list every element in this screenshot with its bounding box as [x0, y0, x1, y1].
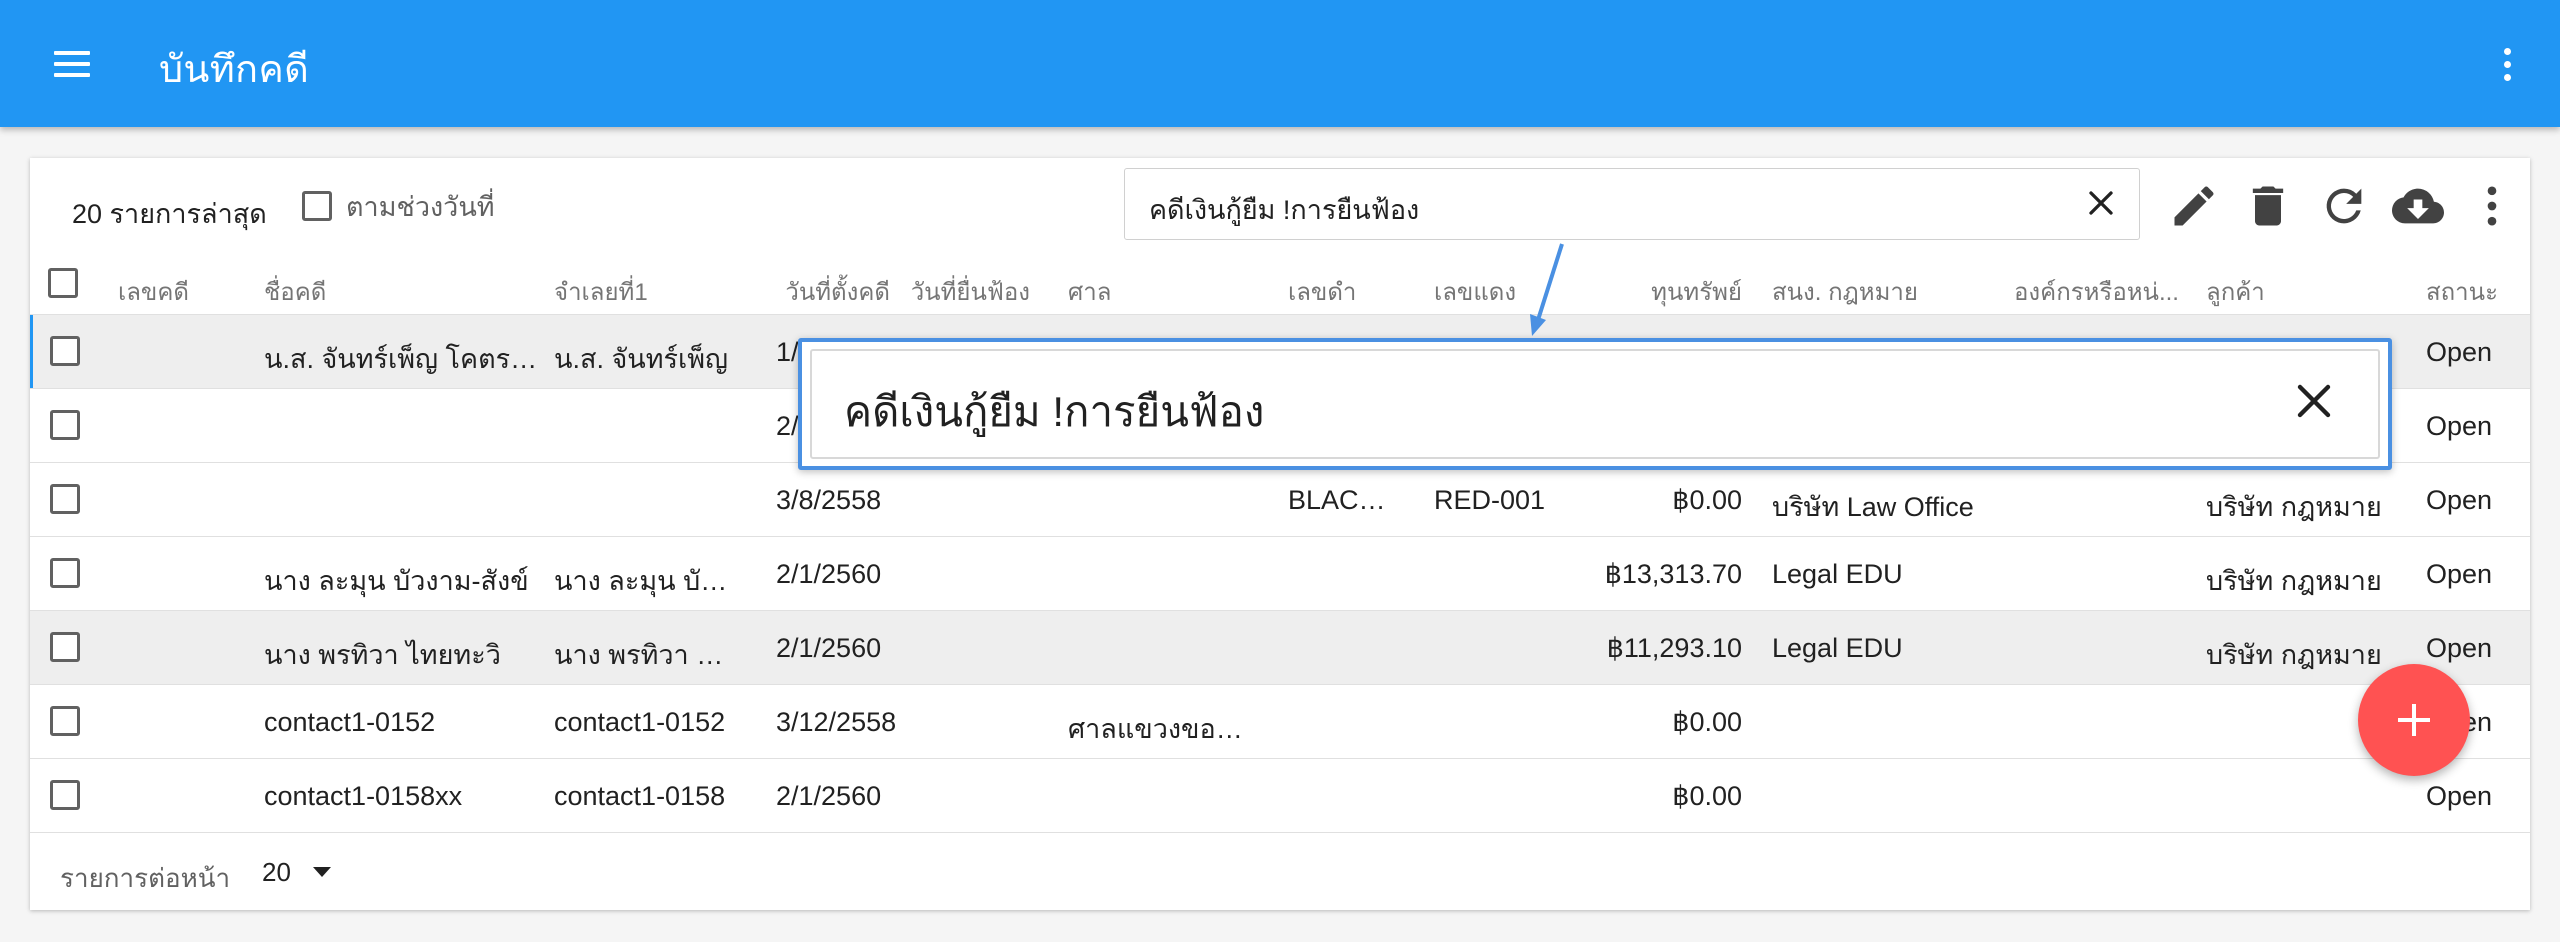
header-organization[interactable]: องค์กรหรือหน่... [2014, 272, 2184, 311]
cell-filed-date: 2/1/2560 [776, 559, 882, 589]
callout-search-text: คดีเงินกู้ยืม !การยืนฟ้อง [844, 388, 1265, 435]
table-row[interactable]: นาง ละมุน บัวงาม-สังข์ นาง ละมุน บัวงาม … [30, 537, 2530, 611]
cell-client: บริษัท กฎหมาย [2206, 492, 2382, 522]
search-input-value[interactable]: คดีเงินกู้ยืม !การยืนฟ้อง [1149, 188, 1419, 231]
cell-case-name: น.ส. จันทร์เพ็ญ โคตรสุวรรณ [264, 344, 544, 374]
row-checkbox[interactable] [50, 336, 80, 366]
header-black-no[interactable]: เลขดำ [1288, 272, 1408, 311]
rows-per-page-label: รายการต่อหน้า [60, 863, 231, 893]
row-checkbox[interactable] [50, 780, 80, 810]
table-row[interactable]: contact1-0158xx contact1-0158 2/1/2560 ฿… [30, 759, 2530, 833]
header-case-no[interactable]: เลขคดี [118, 272, 248, 311]
header-status[interactable]: สถานะ [2426, 272, 2506, 311]
header-defendant1[interactable]: จำเลยที่1 [554, 272, 754, 311]
table-footer: รายการต่อหน้า 20 [30, 834, 2530, 910]
table-header: เลขคดี ชื่อคดี จำเลยที่1 วันที่ตั้งคดี ว… [30, 258, 2530, 315]
cell-case-name: contact1-0158xx [264, 781, 463, 811]
cell-capital: ฿13,313.70 [1604, 559, 1742, 589]
cell-status: Open [2426, 411, 2493, 441]
date-range-checkbox[interactable]: ตามช่วงวันที่ [302, 188, 495, 224]
row-checkbox[interactable] [50, 484, 80, 514]
row-checkbox[interactable] [50, 558, 80, 588]
rows-per-page-value[interactable]: 20 [262, 857, 291, 888]
cell-capital: ฿0.00 [1672, 781, 1742, 811]
more-vert-icon[interactable] [2466, 180, 2518, 232]
callout-search-input: คดีเงินกู้ยืม !การยืนฟ้อง [810, 349, 2380, 459]
select-all-checkbox[interactable] [48, 268, 78, 298]
cell-filed-date: 3/12/2558 [776, 707, 897, 737]
page-title: บันทึกคดี [159, 49, 310, 91]
header-submit-date[interactable]: วันที่ยื่นฟ้อง [900, 272, 1030, 311]
cell-law-office: Legal EDU [1772, 633, 1903, 663]
cell-defendant1: น.ส. จันทร์เพ็ญ [554, 344, 729, 374]
table-toolbar: 20 รายการล่าสุด ตามช่วงวันที่ คดีเงินกู้… [30, 158, 2530, 258]
row-checkbox[interactable] [50, 410, 80, 440]
more-vert-icon[interactable] [2492, 44, 2522, 84]
cell-law-office: บริษัท Law Office [1772, 492, 1974, 522]
cell-case-name: contact1-0152 [264, 707, 436, 737]
table-row[interactable]: นาง พรทิวา ไทยทะวิ นาง พรทิวา ไทย 2/1/25… [30, 611, 2530, 685]
cell-case-name: นาง ละมุน บัวงาม-สังข์ [264, 566, 529, 596]
header-law-office[interactable]: สนง. กฎหมาย [1772, 272, 1972, 311]
menu-icon[interactable] [44, 44, 100, 90]
date-range-label: ตามช่วงวันที่ [346, 191, 495, 222]
close-icon [2290, 377, 2338, 425]
cell-defendant1: นาง พรทิวา ไทย [554, 640, 730, 670]
cell-capital: ฿0.00 [1672, 485, 1742, 515]
cases-card: 20 รายการล่าสุด ตามช่วงวันที่ คดีเงินกู้… [30, 158, 2530, 910]
add-icon [2398, 704, 2430, 736]
header-client[interactable]: ลูกค้า [2206, 272, 2356, 311]
cell-filed-date: 2/1/2560 [776, 781, 882, 811]
edit-icon[interactable] [2168, 180, 2220, 232]
search-zoom-callout: คดีเงินกู้ยืม !การยืนฟ้อง [798, 338, 2392, 470]
cell-defendant1: contact1-0152 [554, 707, 726, 737]
date-range-checkbox-box[interactable] [302, 191, 332, 221]
cell-defendant1: contact1-0158 [554, 781, 726, 811]
cell-case-name: นาง พรทิวา ไทยทะวิ [264, 640, 501, 670]
header-court[interactable]: ศาล [1068, 272, 1218, 311]
row-checkbox[interactable] [50, 632, 80, 662]
app-bar: บันทึกคดี [0, 0, 2560, 127]
table-row[interactable]: contact1-0152 contact1-0152 3/12/2558 ศา… [30, 685, 2530, 759]
cell-court: ศาลแขวงขอนแก่น [1068, 714, 1258, 744]
cell-status: Open [2426, 781, 2493, 811]
cell-filed-date: 2/1/2560 [776, 633, 882, 663]
cell-status: Open [2426, 485, 2493, 515]
header-filed-date[interactable]: วันที่ตั้งคดี [770, 272, 890, 311]
refresh-icon[interactable] [2318, 180, 2370, 232]
cell-black-no: BLACK-001 [1288, 485, 1402, 515]
recent-count-label: 20 รายการล่าสุด [72, 199, 267, 229]
table-row[interactable]: 3/8/2558 BLACK-001 RED-001 ฿0.00 บริษัท … [30, 463, 2530, 537]
cell-client: บริษัท กฎหมาย [2206, 566, 2382, 596]
cell-status: Open [2426, 559, 2493, 589]
cell-red-no: RED-001 [1434, 485, 1546, 515]
add-case-button[interactable] [2358, 664, 2470, 776]
rows-per-page-select[interactable]: 20 [262, 852, 331, 892]
row-checkbox[interactable] [50, 706, 80, 736]
close-icon[interactable] [2081, 183, 2121, 223]
search-input[interactable]: คดีเงินกู้ยืม !การยืนฟ้อง [1124, 168, 2140, 240]
cell-status: Open [2426, 337, 2493, 367]
callout-arrow-icon [1530, 243, 1564, 336]
cell-capital: ฿11,293.10 [1606, 633, 1742, 663]
cell-law-office: Legal EDU [1772, 559, 1903, 589]
cell-status: Open [2426, 633, 2493, 663]
cell-client: บริษัท กฎหมาย [2206, 640, 2382, 670]
cell-filed-date: 3/8/2558 [776, 485, 882, 515]
arrow-drop-down-icon[interactable] [312, 867, 331, 877]
header-case-name[interactable]: ชื่อคดี [264, 272, 524, 311]
delete-icon[interactable] [2242, 180, 2294, 232]
cell-defendant1: นาง ละมุน บัวงาม [554, 566, 730, 596]
cell-capital: ฿0.00 [1672, 707, 1742, 737]
cloud-download-icon[interactable] [2392, 180, 2444, 232]
header-capital[interactable]: ทุนทรัพย์ [1570, 272, 1742, 311]
